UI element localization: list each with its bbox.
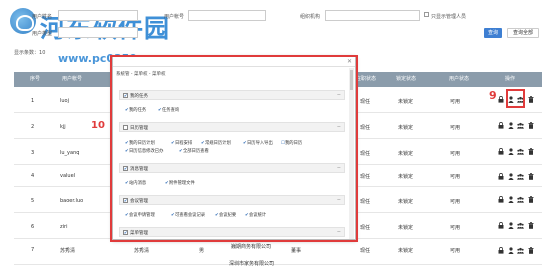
row-no: 5: [31, 198, 35, 204]
row-actions: [497, 195, 534, 203]
trash-icon[interactable]: [527, 172, 534, 180]
query-all-button[interactable]: 查询全部: [507, 28, 539, 38]
row-employment: 现任: [360, 248, 371, 254]
row-lock: 未锁定: [398, 248, 414, 254]
row-position: 董事: [291, 248, 302, 254]
row-no: 2: [31, 124, 35, 130]
row-actions: [497, 172, 534, 180]
users-icon[interactable]: [517, 148, 524, 155]
trash-icon[interactable]: [527, 195, 534, 203]
row-lock: 未锁定: [398, 151, 414, 157]
row-employment: 现任: [360, 199, 371, 205]
trash-icon[interactable]: [527, 121, 534, 129]
lock-icon[interactable]: [497, 221, 504, 229]
users-icon[interactable]: [517, 196, 524, 203]
page-size-label: 显示条数：: [14, 50, 40, 56]
user-icon[interactable]: [507, 195, 514, 203]
row-status: 可用: [450, 225, 461, 231]
row-no: 1: [31, 98, 35, 104]
lock-icon[interactable]: [497, 121, 504, 129]
lock-icon[interactable]: [497, 246, 504, 254]
row-status: 可用: [450, 199, 461, 205]
row-status: 可用: [450, 99, 461, 105]
lock-icon[interactable]: [497, 195, 504, 203]
org-input[interactable]: [325, 10, 420, 21]
page-size-value[interactable]: 10: [39, 50, 45, 56]
row-status: 可用: [450, 174, 461, 180]
row-account: baoer.luo: [60, 198, 84, 204]
row-account: 苏秀清: [60, 248, 76, 254]
row-account: luoj: [60, 98, 70, 104]
user-icon[interactable]: [507, 121, 514, 129]
table-row: 7 苏秀清 苏秀清 男 巍期商务有限公司 董事 现任 未锁定 可用 深圳市家务有…: [14, 239, 542, 267]
user-icon[interactable]: [507, 246, 514, 254]
show-admin-label: 只显示管理人员: [431, 14, 467, 20]
user-icon[interactable]: [507, 172, 514, 180]
show-admin-checkbox[interactable]: [424, 12, 429, 17]
row-account: lu_yanq: [60, 150, 80, 156]
trash-icon[interactable]: [527, 246, 534, 254]
header-employment: 在职状态: [356, 76, 377, 82]
row-actions: [497, 221, 534, 229]
row-lock: 未锁定: [398, 125, 414, 131]
trash-icon[interactable]: [527, 221, 534, 229]
row-actions: [497, 121, 534, 129]
annotation-10: 10: [91, 120, 105, 131]
row-org: 巍期商务有限公司: [231, 244, 272, 250]
row-no: 6: [31, 224, 35, 230]
row-name: 苏秀清: [134, 248, 150, 254]
user-type-label: 用户类型: [32, 31, 53, 37]
page-size: 显示条数：10: [14, 49, 45, 56]
row-status: 可用: [450, 248, 461, 254]
ops-highlight-box: [506, 89, 525, 108]
row-actions: [497, 246, 534, 254]
row-lock: 未锁定: [398, 225, 414, 231]
users-icon[interactable]: [517, 247, 524, 254]
users-icon[interactable]: [517, 222, 524, 229]
annotation-9: 9: [489, 89, 497, 102]
header-account[interactable]: 用户帐号: [62, 72, 82, 87]
org-label: 组织机构: [300, 14, 321, 20]
header-ops: 操作: [505, 76, 516, 82]
row-employment: 现任: [360, 225, 371, 231]
row-lock: 未锁定: [398, 174, 414, 180]
row-no: 3: [31, 150, 35, 156]
user-account-label: 用户帐号: [164, 14, 185, 20]
row-lock: 未锁定: [398, 199, 414, 205]
header-lock: 锁定状态: [396, 76, 417, 82]
row-lock: 未锁定: [398, 99, 414, 105]
row-no: 4: [31, 173, 35, 179]
users-icon[interactable]: [517, 173, 524, 180]
row-account: ziri: [60, 224, 68, 230]
row-gender: 男: [199, 248, 205, 254]
row-employment: 现任: [360, 125, 371, 131]
row-account: kjj: [60, 124, 66, 130]
lock-icon[interactable]: [497, 95, 504, 103]
dialog-highlight-box: [110, 55, 358, 242]
row-actions: [497, 147, 534, 155]
row-status: 可用: [450, 125, 461, 131]
user-name-label: 用户姓名: [32, 14, 53, 20]
header-status: 用户状态: [449, 76, 470, 82]
lock-icon[interactable]: [497, 172, 504, 180]
users-icon[interactable]: [517, 122, 524, 129]
user-type-select[interactable]: [58, 27, 138, 38]
user-icon[interactable]: [507, 221, 514, 229]
header-no: 序号: [30, 76, 41, 82]
user-name-input[interactable]: [58, 10, 138, 21]
user-management-page: 河东软件园 www.pc0359.cn 用户姓名 用户帐号 组织机构 只显示管理…: [0, 0, 555, 275]
trash-icon[interactable]: [527, 95, 534, 103]
user-account-input[interactable]: [188, 10, 266, 21]
row-employment: 现任: [360, 99, 371, 105]
trash-icon[interactable]: [527, 147, 534, 155]
lock-icon[interactable]: [497, 147, 504, 155]
row8-org: 深圳市家务有限公司: [229, 261, 275, 267]
user-icon[interactable]: [507, 147, 514, 155]
row-employment: 现任: [360, 151, 371, 157]
query-button[interactable]: 查询: [484, 28, 502, 38]
row-status: 可用: [450, 151, 461, 157]
row-account: valuel: [60, 173, 76, 179]
row-no: 7: [31, 247, 35, 253]
row-employment: 现任: [360, 174, 371, 180]
